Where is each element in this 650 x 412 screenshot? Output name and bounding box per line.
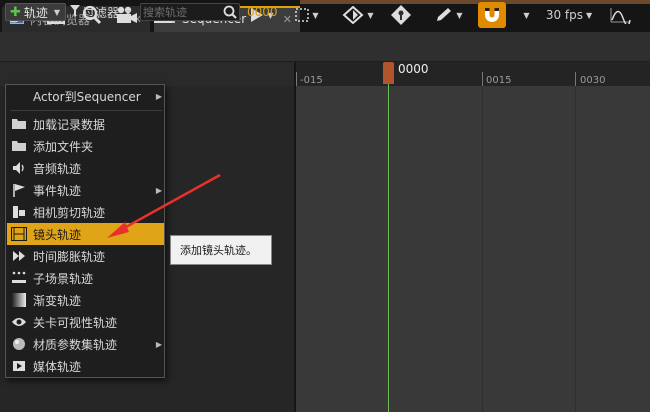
curve-editor-button[interactable] [606, 2, 634, 28]
curve-editor-icon [609, 6, 631, 24]
current-time-readout[interactable]: 0000 [247, 5, 278, 19]
menu-item-label: 添加文件夹 [33, 139, 94, 154]
annotation-arrow-icon [107, 173, 221, 238]
grid-line [482, 86, 483, 412]
chevron-down-icon: ▼ [586, 10, 593, 20]
subscene-icon [11, 270, 27, 286]
chevron-right-icon: ▶ [155, 91, 162, 101]
material-icon [11, 336, 27, 352]
menu-item-label: 加载记录数据 [33, 117, 106, 132]
menu-item-level-visibility-track[interactable]: 关卡可视性轨迹 [7, 311, 164, 333]
time-dilation-icon [11, 248, 27, 264]
eye-icon [11, 314, 27, 330]
keyframe-icon [342, 6, 364, 24]
menu-item-label: Actor到Sequencer [33, 89, 141, 104]
magnet-icon [482, 5, 502, 25]
folder-icon [11, 116, 27, 132]
menu-item-label: 时间膨胀轨迹 [33, 249, 106, 264]
menu-item-subscene-track[interactable]: 子场景轨迹 [7, 267, 164, 289]
camera-cut-icon [11, 204, 27, 220]
search-icon [223, 5, 237, 22]
framerate-dropdown[interactable]: 30 fps ▼ [542, 2, 596, 28]
menu-item-material-parameter-track[interactable]: 材质参数集轨迹 ▶ [7, 333, 164, 355]
chevron-down-icon: ▼ [312, 10, 319, 20]
filter-icon [70, 4, 80, 20]
filter-button[interactable]: 过滤器 ▼ [70, 3, 131, 21]
chevron-right-icon: ▶ [155, 339, 162, 349]
filter-label: 过滤器 [83, 5, 120, 20]
actor-icon [11, 88, 27, 104]
track-search-box[interactable] [140, 3, 240, 21]
key-group-menu-button[interactable]: ▼ [338, 2, 378, 28]
select-box-icon [295, 8, 310, 22]
tick-label: 0030 [580, 75, 606, 86]
track-search-input[interactable] [143, 5, 221, 19]
add-track-button[interactable]: ✚ 轨迹 ▼ [5, 3, 66, 21]
chevron-down-icon: ▼ [456, 10, 463, 20]
tick-label: 0015 [486, 75, 512, 86]
menu-item-label: 关卡可视性轨迹 [33, 315, 118, 330]
menu-item-label: 音频轨迹 [33, 161, 82, 176]
folder-icon [11, 138, 27, 154]
tooltip: 添加镜头轨迹。 [170, 235, 272, 265]
ruler-tick [296, 72, 297, 86]
plus-icon: ✚ [10, 4, 21, 20]
ruler-tick [482, 72, 483, 86]
menu-item-load-recorded-data[interactable]: 加载记录数据 [7, 113, 164, 135]
fade-icon [11, 292, 27, 308]
menu-separator [10, 110, 162, 111]
auto-key-button[interactable] [388, 2, 414, 28]
sequencer-window: 内容浏览器 ✕ Sequencer ✕ ▼ ▼ ▼ ▼ ▼ [0, 0, 650, 412]
media-icon [11, 358, 27, 374]
selection-menu-button[interactable]: ▼ [290, 2, 324, 28]
menu-item-fade-track[interactable]: 渐变轨迹 [7, 289, 164, 311]
playhead-line [388, 84, 389, 412]
framerate-label: 30 fps [545, 8, 584, 22]
add-track-label: 轨迹 [23, 5, 48, 20]
tick-label: -015 [300, 75, 323, 86]
menu-item-actor-to-sequencer[interactable]: Actor到Sequencer ▶ [7, 85, 164, 107]
chevron-down-icon: ▼ [523, 10, 530, 20]
playhead-time-label: 0000 [398, 62, 429, 76]
pencil-icon [435, 7, 453, 23]
key-icon [391, 5, 411, 25]
film-strip-icon [11, 226, 27, 242]
playhead-handle[interactable] [383, 62, 394, 84]
timeline-area[interactable] [296, 86, 650, 412]
flag-icon [11, 182, 27, 198]
chevron-down-icon: ▼ [367, 10, 374, 20]
grid-line [575, 86, 576, 412]
ruler-tick [575, 72, 576, 86]
sequencer-toolbar [0, 32, 650, 62]
snap-options-dropdown[interactable]: ▼ [516, 2, 534, 28]
chevron-down-icon: ▼ [125, 7, 132, 17]
menu-item-time-dilation-track[interactable]: 时间膨胀轨迹 [7, 245, 164, 267]
edit-mode-menu-button[interactable]: ▼ [430, 2, 468, 28]
menu-item-add-folder[interactable]: 添加文件夹 [7, 135, 164, 157]
chevron-down-icon: ▼ [53, 7, 61, 17]
track-header-bar [0, 62, 294, 86]
menu-item-label: 镜头轨迹 [33, 227, 82, 242]
speaker-icon [11, 160, 27, 176]
menu-item-media-track[interactable]: 媒体轨迹 [7, 355, 164, 377]
menu-item-label: 材质参数集轨迹 [33, 337, 118, 352]
snap-toggle-button[interactable] [478, 2, 506, 28]
menu-item-label: 媒体轨迹 [33, 359, 82, 374]
menu-item-label: 事件轨迹 [33, 183, 82, 198]
menu-item-label: 子场景轨迹 [33, 271, 94, 286]
menu-item-label: 渐变轨迹 [33, 293, 82, 308]
